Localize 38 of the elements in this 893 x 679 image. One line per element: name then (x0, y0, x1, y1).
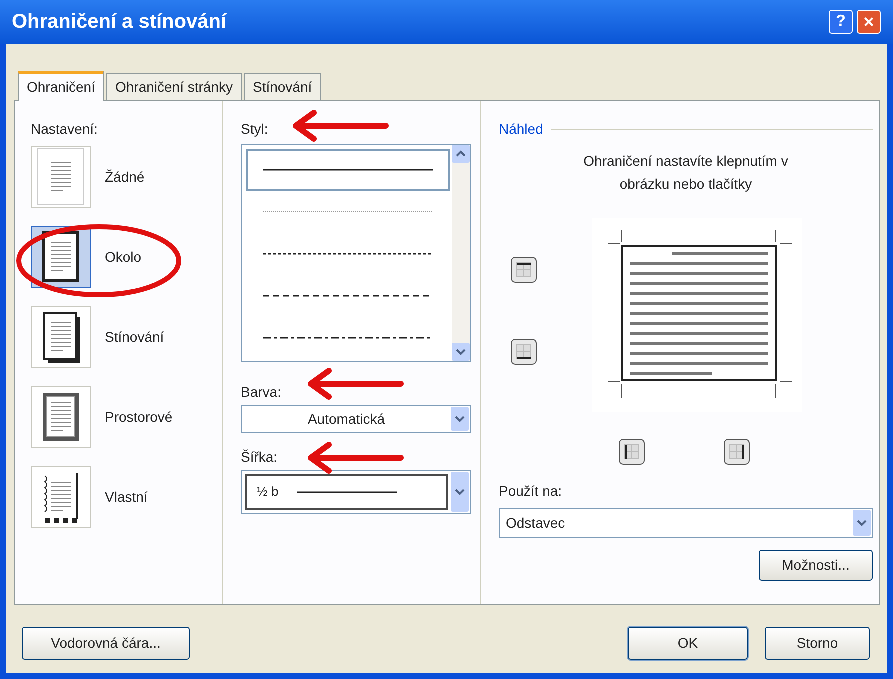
setting-label: Vlastní (105, 488, 148, 506)
preview-title: Náhled (499, 120, 544, 139)
setting-label: Žádné (105, 168, 145, 186)
style-list[interactable] (241, 144, 471, 362)
tab[interactable]: Ohraničení (18, 71, 104, 101)
window-title: Ohraničení a stínování (12, 10, 227, 35)
ok-button[interactable]: OK (628, 627, 748, 660)
options-button[interactable]: Možnosti... (759, 550, 873, 581)
setting-label: Okolo (105, 248, 142, 266)
color-label: Barva: (241, 383, 282, 402)
line-style-option[interactable] (246, 149, 450, 191)
help-button[interactable]: ? (829, 10, 853, 34)
style-label: Styl: (241, 120, 268, 139)
cancel-button[interactable]: Storno (765, 627, 870, 660)
scroll-down-button[interactable] (452, 343, 470, 361)
width-dropdown[interactable]: ½ b (241, 470, 471, 514)
setting-option[interactable] (31, 306, 91, 368)
border-left-button[interactable] (619, 439, 645, 465)
width-value: ½ b (257, 483, 279, 502)
apply-to-dropdown[interactable]: Odstavec (499, 508, 873, 538)
apply-to-label: Použít na: (499, 482, 564, 501)
border-bottom-button[interactable] (511, 339, 537, 365)
preview-hint: Ohraničení nastavíte klepnutím v obrázku nebo tlačítky (582, 152, 790, 194)
scroll-up-button[interactable] (452, 145, 470, 163)
lines-icon (37, 148, 85, 206)
border-right-button[interactable] (724, 439, 750, 465)
horizontal-line-button[interactable]: Vodorovná čára... (22, 627, 190, 660)
tab[interactable]: Ohraničení stránky (106, 73, 242, 100)
setting-label: Stínování (105, 328, 164, 346)
tab[interactable]: Stínování (244, 73, 322, 100)
setting-option[interactable] (31, 386, 91, 448)
setting-option[interactable] (31, 466, 91, 528)
border-top-button[interactable] (511, 257, 537, 283)
width-label: Šířka: (241, 448, 278, 467)
setting-label: Prostorové (105, 408, 173, 426)
color-dropdown[interactable]: Automatická (241, 405, 471, 433)
settings-label: Nastavení: (31, 120, 99, 139)
close-button[interactable]: × (857, 10, 881, 34)
